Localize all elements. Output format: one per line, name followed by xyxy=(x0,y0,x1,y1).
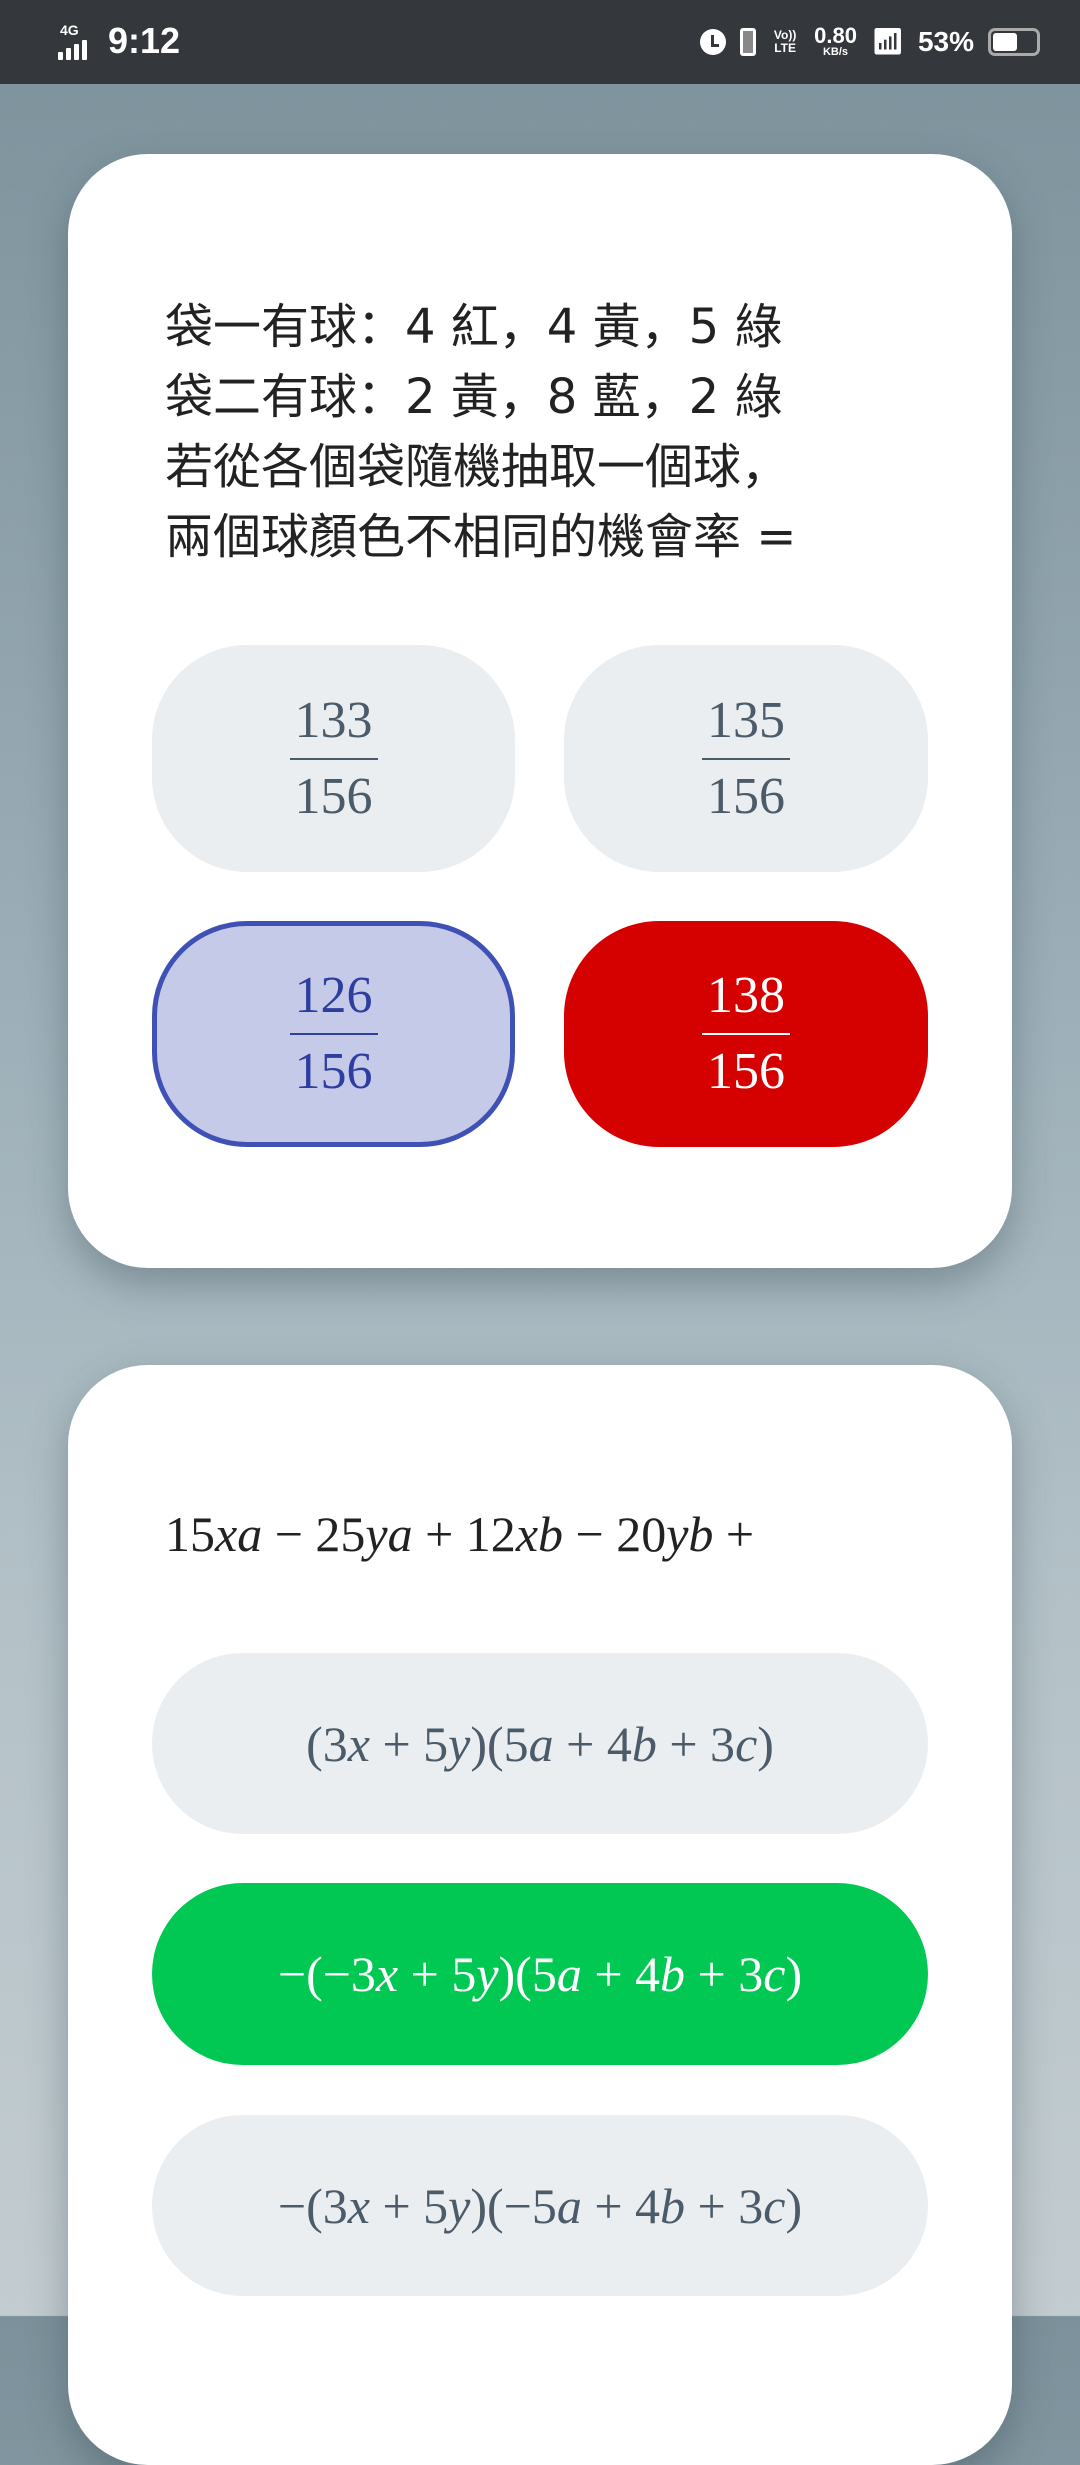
numerator: 135 xyxy=(707,691,785,749)
signal-icon: 4G xyxy=(58,22,96,60)
option-label: −(3x + 5y)(−5a + 4b + 3c) xyxy=(277,2177,803,2234)
fraction: 133 156 xyxy=(289,690,378,828)
option-button[interactable]: (3x + 5y)(5a + 4b + 3c) xyxy=(152,1653,928,1834)
question-card-2: 15xa − 25ya + 12xb − 20yb + (3x + 5y)(5a… xyxy=(68,1365,1012,2465)
numerator: 126 xyxy=(294,967,373,1024)
question-text: 袋一有球：4 紅，4 黃，5 綠 袋二有球：2 黃，8 藍，2 綠 若從各個袋隨… xyxy=(165,299,797,565)
battery-icon xyxy=(988,28,1040,56)
denominator: 156 xyxy=(294,1043,373,1100)
battery-percent: 53% xyxy=(917,26,974,57)
clock: 9:12 xyxy=(108,20,181,61)
volte-icon: Vo)) LTE xyxy=(773,28,797,55)
denominator: 156 xyxy=(294,767,373,825)
network-speed: 0.80 KB/s xyxy=(814,22,857,59)
fraction: 135 156 xyxy=(702,690,790,828)
option-button-correct[interactable]: −(−3x + 5y)(5a + 4b + 3c) xyxy=(152,1883,928,2065)
alarm-icon xyxy=(700,29,727,55)
numerator: 133 xyxy=(294,691,373,749)
fraction: 126 156 xyxy=(289,965,378,1103)
question-expression: 15xa − 25ya + 12xb − 20yb + xyxy=(165,1506,755,1562)
option-button[interactable]: 135 156 xyxy=(564,645,928,872)
option-button[interactable]: −(3x + 5y)(−5a + 4b + 3c) xyxy=(152,2115,928,2296)
option-button-selected[interactable]: 126 156 xyxy=(152,921,515,1147)
option-button[interactable]: 133 156 xyxy=(152,645,515,872)
question-card-1: 袋一有球：4 紅，4 黃，5 綠 袋二有球：2 黃，8 藍，2 綠 若從各個袋隨… xyxy=(68,154,1012,1268)
wifi-icon: 📶︎ xyxy=(870,27,904,57)
option-label: (3x + 5y)(5a + 4b + 3c) xyxy=(306,1715,774,1772)
denominator: 156 xyxy=(707,1043,785,1100)
fraction: 138 156 xyxy=(702,965,790,1103)
option-label: −(−3x + 5y)(5a + 4b + 3c) xyxy=(277,1946,803,2002)
vibrate-icon xyxy=(740,28,757,56)
option-button-incorrect[interactable]: 138 156 xyxy=(564,921,928,1147)
status-bar: 4G 9:12 Vo)) LTE 0.80 KB/s 📶︎ 53% xyxy=(0,0,1080,84)
speed-value: 0.80 xyxy=(814,22,857,48)
denominator: 156 xyxy=(707,767,785,825)
network-type: 4G xyxy=(60,22,79,38)
numerator: 138 xyxy=(707,967,785,1024)
